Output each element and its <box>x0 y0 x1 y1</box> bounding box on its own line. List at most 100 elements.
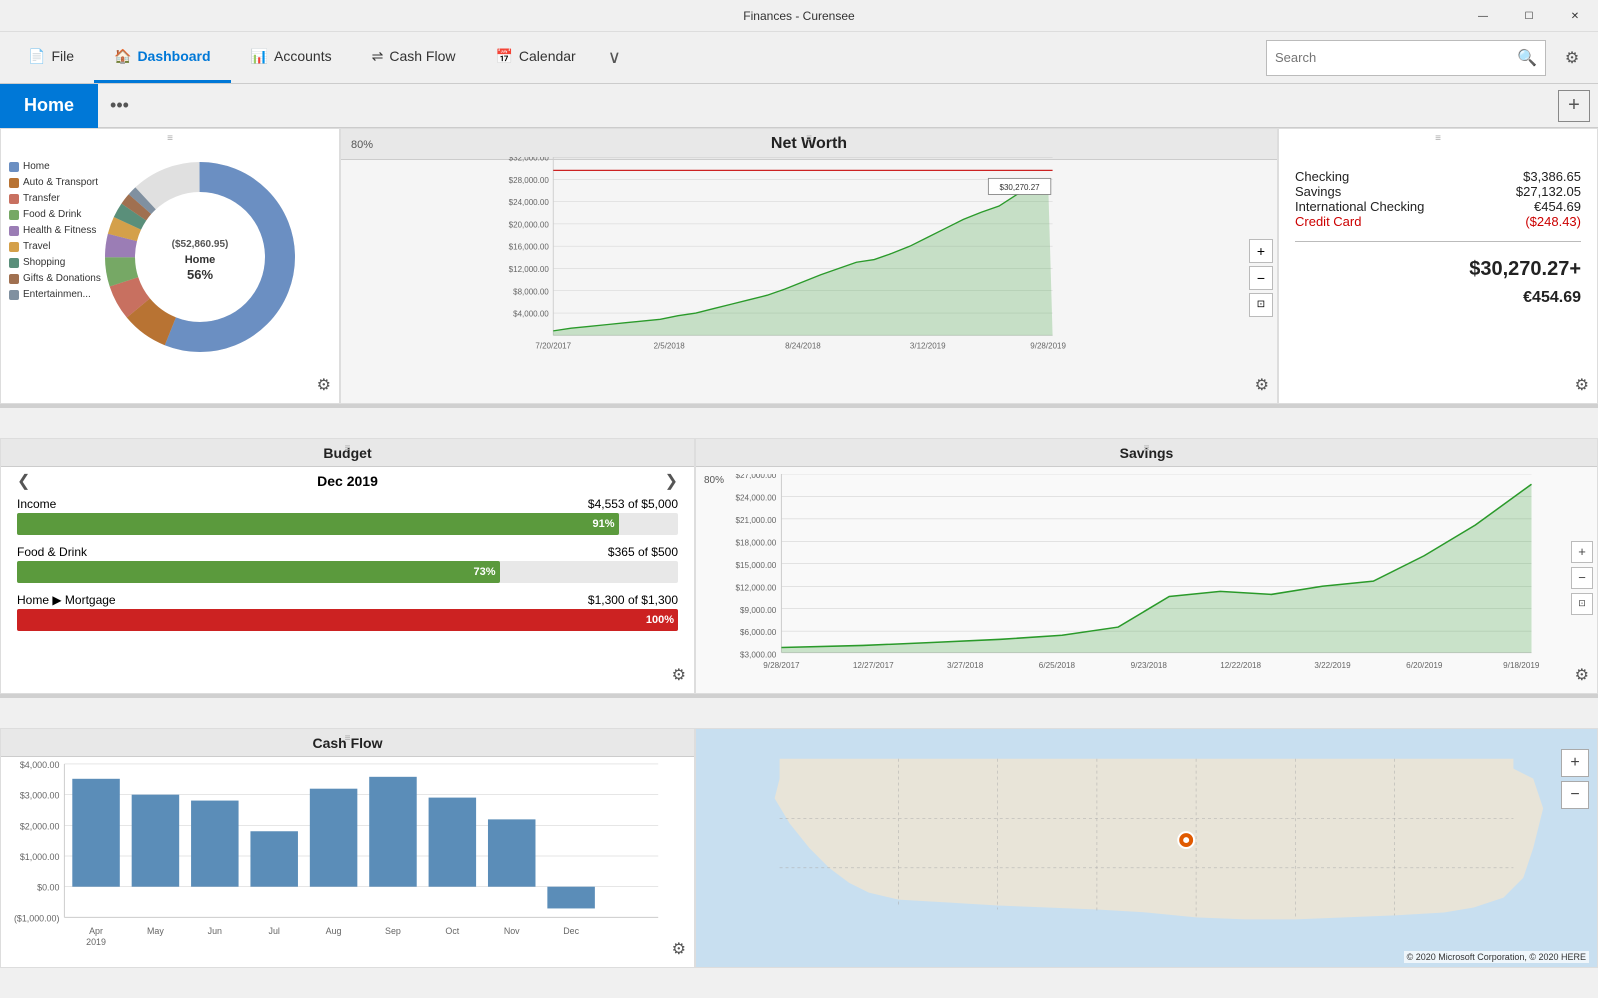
budget-item-amount: $365 of $500 <box>608 545 678 559</box>
svg-text:Dec: Dec <box>563 926 579 936</box>
savings-settings-button[interactable]: ⚙ <box>1575 665 1589 685</box>
legend-color <box>9 274 19 284</box>
svg-text:Jun: Jun <box>208 926 222 936</box>
legend-color <box>9 162 19 172</box>
svg-text:9/18/2019: 9/18/2019 <box>1503 661 1540 670</box>
legend-color <box>9 178 19 188</box>
spending-settings-button[interactable]: ⚙ <box>317 375 331 395</box>
legend-item: Travel <box>9 239 101 255</box>
account-value: $27,132.05 <box>1516 184 1581 199</box>
svg-text:($52,860.95): ($52,860.95) <box>172 239 229 250</box>
accounts-total-eur: €454.69 <box>1295 289 1581 307</box>
savings-panel: ≡ Savings 80% $27,000.00 $24,000.00 $21,… <box>695 438 1598 694</box>
budget-item-label: Food & Drink <box>17 545 87 559</box>
cashflow-chart: $4,000.00 $3,000.00 $2,000.00 $1,000.00 … <box>5 759 678 952</box>
budget-drag-handle: ≡ <box>345 443 351 454</box>
map-zoom-out-button[interactable]: − <box>1561 781 1589 809</box>
cashflow-bar-jul <box>250 831 298 886</box>
svg-text:$3,000.00: $3,000.00 <box>740 651 777 660</box>
account-row: Savings$27,132.05 <box>1295 184 1581 199</box>
home-label: Home <box>0 84 98 128</box>
main-content: ≡ HomeAuto & TransportTransferFood & Dri… <box>0 128 1598 998</box>
map-zoom-in-button[interactable]: + <box>1561 749 1589 777</box>
tab-dashboard-label: Dashboard <box>137 48 210 64</box>
networth-fit-button[interactable]: ⊡ <box>1249 293 1273 317</box>
svg-text:Nov: Nov <box>504 926 520 936</box>
svg-text:9/23/2018: 9/23/2018 <box>1131 661 1168 670</box>
networth-zoom-in-button[interactable]: + <box>1249 239 1273 263</box>
networth-drag-handle: ≡ <box>806 133 812 144</box>
row2: ≡ Budget ❮ Dec 2019 ❯ Income $4,553 of $… <box>0 438 1598 698</box>
accounts-drag-handle: ≡ <box>1435 133 1441 144</box>
budget-bar-pct: 100% <box>646 614 674 626</box>
account-name: Credit Card <box>1295 214 1361 229</box>
savings-zoom-in-button[interactable]: + <box>1571 541 1593 563</box>
cashflow-bar-sep <box>369 777 417 887</box>
minimize-button[interactable]: — <box>1460 0 1506 32</box>
networth-zoom-out-button[interactable]: − <box>1249 266 1273 290</box>
budget-bar-container: 73% <box>17 561 678 583</box>
svg-text:$20,000.00: $20,000.00 <box>509 220 550 229</box>
close-button[interactable]: ✕ <box>1552 0 1598 32</box>
tab-cashflow[interactable]: ⇌ Cash Flow <box>352 32 476 83</box>
map-svg <box>696 729 1597 967</box>
legend-label: Auto & Transport <box>23 175 98 191</box>
tab-file[interactable]: 📄 File <box>8 32 94 83</box>
cashflow-bar-aug <box>310 789 358 887</box>
networth-settings-button[interactable]: ⚙ <box>1255 375 1269 395</box>
budget-nav: ❮ Dec 2019 ❯ <box>1 467 694 495</box>
cashflow-bar-apr <box>72 779 120 887</box>
legend-label: Home <box>23 159 50 175</box>
budget-panel: ≡ Budget ❮ Dec 2019 ❯ Income $4,553 of $… <box>0 438 695 694</box>
home-bar: Home ••• + <box>0 84 1598 128</box>
legend-item: Shopping <box>9 255 101 271</box>
svg-text:Aug: Aug <box>326 926 342 936</box>
budget-settings-button[interactable]: ⚙ <box>672 665 686 685</box>
svg-text:$32,000.00: $32,000.00 <box>509 157 550 163</box>
legend-label: Health & Fitness <box>23 223 96 239</box>
search-input[interactable] <box>1275 50 1517 65</box>
savings-zoom-out-button[interactable]: − <box>1571 567 1593 589</box>
cashflow-bar-nov <box>488 819 536 886</box>
cashflow-panel: ≡ Cash Flow $4,000.00 $3,000.00 $2,000.0… <box>0 728 695 968</box>
networth-chart: $32,000.00 $28,000.00 $24,000.00 $20,000… <box>351 157 1237 371</box>
tab-calendar[interactable]: 📅 Calendar <box>475 32 595 83</box>
cashflow-bar-may <box>132 795 180 887</box>
window-title: Finances - Curensee <box>743 9 854 23</box>
maximize-button[interactable]: ☐ <box>1506 0 1552 32</box>
svg-text:$9,000.00: $9,000.00 <box>740 606 777 615</box>
tab-dashboard[interactable]: 🏠 Dashboard <box>94 32 231 83</box>
global-settings-button[interactable]: ⚙ <box>1554 40 1590 76</box>
tab-accounts[interactable]: 📊 Accounts <box>231 32 352 83</box>
add-widget-button[interactable]: + <box>1558 90 1590 122</box>
svg-text:7/20/2017: 7/20/2017 <box>535 342 571 351</box>
spending-legend: HomeAuto & TransportTransferFood & Drink… <box>9 159 101 303</box>
search-icon[interactable]: 🔍 <box>1517 48 1537 68</box>
map-panel: + − © 2020 Microsoft Corporation, © 2020… <box>695 728 1598 968</box>
account-name: Checking <box>1295 169 1349 184</box>
budget-prev-button[interactable]: ❮ <box>17 471 30 491</box>
nav-more-button[interactable]: ∨ <box>596 32 633 83</box>
budget-item: Income $4,553 of $5,000 91% <box>1 495 694 537</box>
budget-next-button[interactable]: ❯ <box>665 471 678 491</box>
svg-text:$4,000.00: $4,000.00 <box>513 310 549 319</box>
spending-donut-chart: ($52,860.95) Home 56% <box>100 157 300 357</box>
cashflow-settings-button[interactable]: ⚙ <box>672 939 686 959</box>
savings-fit-button[interactable]: ⊡ <box>1571 593 1593 615</box>
legend-item: Gifts & Donations <box>9 271 101 287</box>
svg-text:Jul: Jul <box>269 926 280 936</box>
accounts-divider <box>1295 241 1581 242</box>
networth-top-pct: 80% <box>351 139 373 151</box>
budget-bar-fill: 73% <box>17 561 500 583</box>
search-box: 🔍 <box>1266 40 1546 76</box>
tab-accounts-label: Accounts <box>274 48 332 64</box>
svg-text:$2,000.00: $2,000.00 <box>20 821 60 831</box>
svg-text:56%: 56% <box>187 267 213 282</box>
home-more-button[interactable]: ••• <box>98 95 141 116</box>
nav-right: 🔍 ⚙ <box>1266 32 1598 83</box>
accounts-settings-button[interactable]: ⚙ <box>1575 375 1589 395</box>
account-value: $3,386.65 <box>1523 169 1581 184</box>
row1: ≡ HomeAuto & TransportTransferFood & Dri… <box>0 128 1598 408</box>
account-name: International Checking <box>1295 199 1424 214</box>
legend-color <box>9 242 19 252</box>
